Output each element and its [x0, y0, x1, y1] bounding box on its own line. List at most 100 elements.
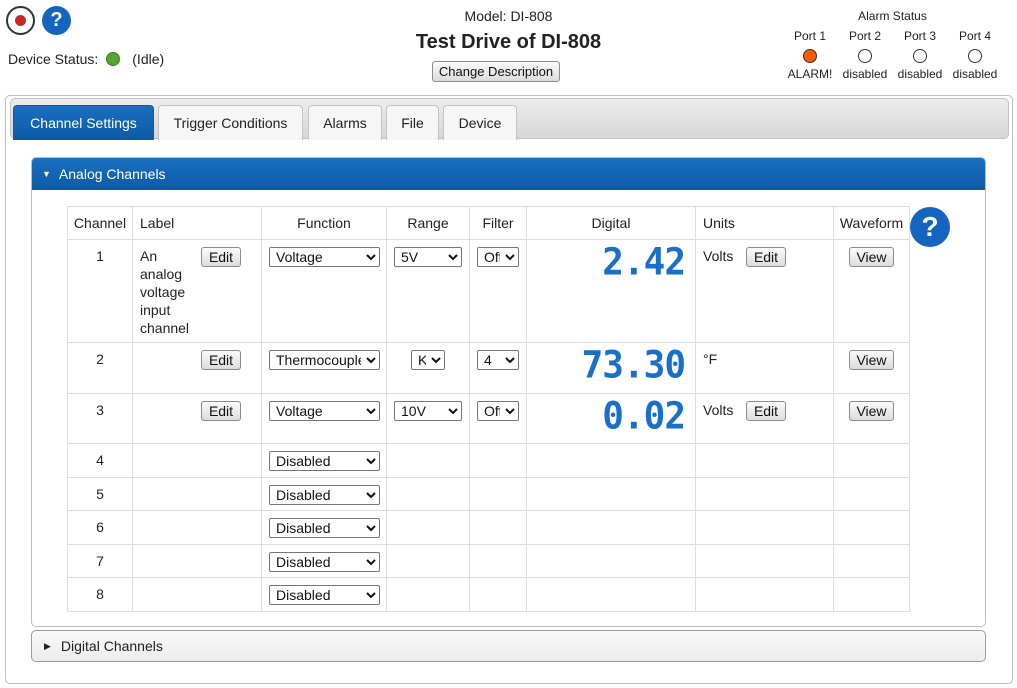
units-cell [695, 443, 834, 478]
alarm-indicator-icon [858, 49, 872, 63]
label-cell [132, 544, 262, 578]
edit-units-button[interactable]: Edit [746, 401, 786, 421]
col-header-label: Label [132, 206, 262, 240]
range-select[interactable]: 10V [394, 401, 462, 421]
table-help-button[interactable]: ? [910, 207, 950, 247]
function-select[interactable]: Thermocouple [269, 350, 380, 370]
table-row: 6 Disabled [67, 510, 910, 545]
digital-cell: 73.30 [526, 342, 696, 394]
tab-file[interactable]: File [386, 105, 439, 140]
digital-channels-header[interactable]: ▶ Digital Channels [31, 630, 986, 662]
label-cell [132, 443, 262, 478]
function-cell: Disabled [261, 477, 387, 511]
label-cell: Edit [132, 342, 262, 394]
waveform-cell [833, 544, 910, 578]
table-row: 2 Edit Thermocouple K 4 73.30 °F View [67, 342, 910, 394]
analog-channels-title: Analog Channels [58, 166, 166, 182]
waveform-cell [833, 477, 910, 511]
units-cell [695, 477, 834, 511]
edit-label-button[interactable]: Edit [201, 350, 241, 370]
table-row: 3 Edit Voltage 10V Off 0.02 Volts Edit V… [67, 393, 910, 444]
alarm-port-1: Port 1 ALARM! [782, 29, 838, 81]
channel-number: 4 [67, 443, 133, 478]
channel-number: 6 [67, 510, 133, 545]
digital-readout: 73.30 [581, 343, 686, 388]
function-select[interactable]: Disabled [269, 585, 380, 605]
waveform-cell: View [833, 393, 910, 444]
filter-select[interactable]: 4 [477, 350, 519, 370]
function-select[interactable]: Disabled [269, 485, 380, 505]
waveform-cell [833, 443, 910, 478]
analog-channels-header[interactable]: ▼ Analog Channels [32, 158, 985, 190]
tab-bar: Channel Settings Trigger Conditions Alar… [10, 98, 1009, 140]
filter-select[interactable]: Off [477, 247, 519, 267]
alarm-port-4: Port 4 disabled [947, 29, 1003, 81]
expanded-triangle-icon: ▼ [42, 169, 51, 179]
units-label: °F [703, 351, 718, 367]
tab-channel-settings[interactable]: Channel Settings [13, 105, 154, 140]
edit-label-button[interactable]: Edit [201, 401, 241, 421]
range-select[interactable]: K [411, 350, 445, 370]
label-cell [132, 477, 262, 511]
digital-readout: 2.42 [602, 240, 686, 285]
waveform-cell: View [833, 239, 910, 343]
function-select[interactable]: Voltage [269, 401, 380, 421]
edit-units-button[interactable]: Edit [746, 247, 786, 267]
port-label: Port 3 [903, 29, 936, 43]
change-description-button[interactable]: Change Description [432, 61, 560, 82]
range-cell [386, 577, 470, 612]
tab-trigger-conditions[interactable]: Trigger Conditions [158, 105, 303, 140]
filter-select[interactable]: Off [477, 401, 519, 421]
col-header-digital: Digital [526, 206, 696, 240]
units-cell: °F [695, 342, 834, 394]
function-select[interactable]: Disabled [269, 518, 380, 538]
filter-cell [469, 477, 527, 511]
digital-cell [526, 477, 696, 511]
waveform-cell [833, 510, 910, 545]
label-cell [132, 577, 262, 612]
tab-device[interactable]: Device [443, 105, 517, 140]
digital-cell [526, 510, 696, 545]
tab-alarms[interactable]: Alarms [308, 105, 382, 140]
col-header-range: Range [386, 206, 470, 240]
edit-label-button[interactable]: Edit [201, 247, 241, 267]
view-waveform-button[interactable]: View [849, 401, 894, 421]
digital-cell [526, 544, 696, 578]
channel-table: Channel Label Function Range Filter Digi… [67, 206, 910, 612]
table-row: 4 Disabled [67, 443, 910, 478]
table-row: 7 Disabled [67, 544, 910, 578]
function-select[interactable]: Disabled [269, 451, 380, 471]
function-select[interactable]: Voltage [269, 247, 380, 267]
alarm-indicator-icon [913, 49, 927, 63]
waveform-cell: View [833, 342, 910, 394]
table-row: 8 Disabled [67, 577, 910, 612]
function-cell: Disabled [261, 510, 387, 545]
col-header-filter: Filter [469, 206, 527, 240]
view-waveform-button[interactable]: View [849, 350, 894, 370]
filter-cell: Off [469, 239, 527, 343]
port-status: disabled [952, 67, 998, 81]
alarm-indicator-icon [803, 49, 817, 63]
range-select[interactable]: 5V [394, 247, 462, 267]
units-cell [695, 544, 834, 578]
col-header-channel: Channel [67, 206, 133, 240]
range-cell: 5V [386, 239, 470, 343]
filter-cell: Off [469, 393, 527, 444]
units-label: Volts [703, 402, 734, 418]
range-cell [386, 510, 470, 545]
label-cell [132, 510, 262, 545]
digital-cell [526, 443, 696, 478]
view-waveform-button[interactable]: View [849, 247, 894, 267]
label-cell: Edit [132, 393, 262, 444]
filter-cell [469, 443, 527, 478]
channel-number: 8 [67, 577, 133, 612]
function-select[interactable]: Disabled [269, 552, 380, 572]
port-status: ALARM! [787, 67, 833, 81]
port-status: disabled [897, 67, 943, 81]
units-label: Volts [703, 248, 734, 264]
units-cell [695, 510, 834, 545]
channel-number: 2 [67, 342, 133, 394]
col-header-function: Function [261, 206, 387, 240]
col-header-units: Units [695, 206, 834, 240]
units-cell: Volts Edit [695, 393, 834, 444]
